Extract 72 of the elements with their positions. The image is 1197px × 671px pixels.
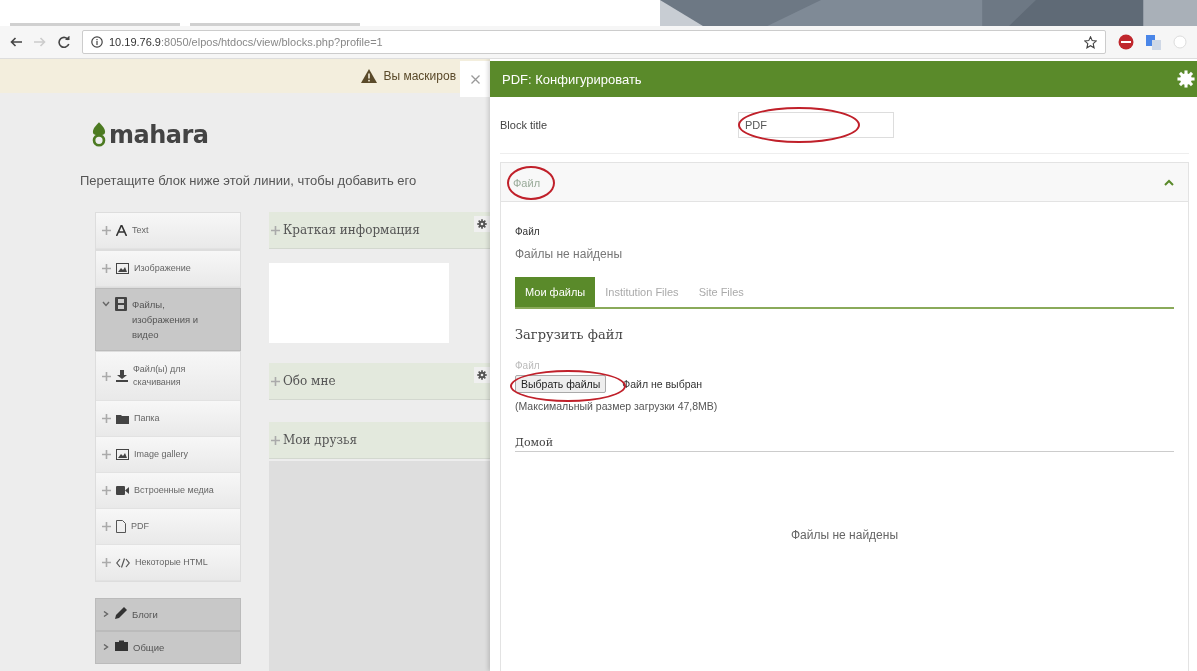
address-bar[interactable]: 10.19.76.9:8050/elpos/htdocs/view/blocks.php?profile=1 (82, 30, 1106, 54)
field-label: Block title (500, 119, 549, 131)
block-title: Краткая информация (283, 223, 420, 237)
pencil-icon (115, 607, 127, 619)
image-icon (116, 449, 129, 460)
category-header[interactable]: Общие (95, 631, 241, 664)
block-type-label: Изображение (134, 262, 191, 275)
block-type-label: Встроенные медиа (134, 484, 214, 497)
settings-icon[interactable] (1177, 70, 1195, 88)
warning-icon (361, 69, 378, 83)
logo-text[interactable]: mahara (109, 123, 209, 147)
translate-icon[interactable] (1146, 34, 1161, 50)
block-type-label: Text (132, 224, 149, 237)
upload-limit-text: (Максимальный размер загрузки 47,8MB) (515, 400, 719, 412)
plus-icon (271, 376, 280, 386)
chevron-icon (102, 644, 110, 650)
logo-icon (90, 121, 108, 147)
tab[interactable]: Мои файлы (515, 277, 596, 307)
reload-icon[interactable] (58, 36, 70, 48)
empty-message: Файлы не найдены (515, 247, 624, 261)
plus-icon (102, 558, 111, 567)
block-type-label: Файл(ы) для скачивания (133, 363, 187, 389)
chevron-icon (102, 611, 110, 617)
plus-icon (102, 450, 111, 459)
field-label: Файл (515, 226, 541, 237)
block-title: Обо мне (283, 374, 336, 388)
close-icon (470, 74, 480, 84)
star-icon[interactable] (1084, 35, 1097, 49)
plus-icon (102, 414, 111, 423)
plus-icon (102, 226, 111, 235)
choose-files-button[interactable]: Выбрать файлы (515, 375, 607, 393)
field-label: Файл (515, 360, 541, 371)
banner-text: Вы маскиров (383, 69, 456, 83)
plus-icon (102, 264, 111, 273)
block-type-label: Image gallery (134, 448, 189, 461)
category-label: Файлы, изображения и видео (132, 298, 200, 342)
category-header[interactable]: Блоги (95, 598, 241, 631)
letter-icon (116, 225, 127, 236)
block-type-label: Папка (134, 412, 160, 425)
plus-icon (102, 371, 111, 381)
file-status-text: Файл не выбран (622, 378, 703, 390)
folder-heading: Домой (515, 436, 1174, 452)
section-heading: Загрузить файл (515, 327, 624, 342)
plus-icon (271, 225, 280, 235)
category-label: Блоги (132, 608, 158, 622)
code-icon (116, 557, 130, 568)
chevron-icon (102, 301, 110, 307)
block-type-label: PDF (131, 520, 149, 533)
back-icon[interactable] (10, 37, 22, 47)
download-icon (116, 370, 128, 382)
url-text: 10.19.76.9:8050/elpos/htdocs/view/blocks.php?profile=1 (109, 36, 384, 48)
video-camera-icon (116, 486, 129, 495)
film-icon (115, 297, 127, 311)
category-label: Общие (133, 641, 165, 655)
block-title: Мои друзья (283, 433, 358, 447)
image-icon (116, 263, 129, 274)
briefcase-icon (115, 640, 128, 651)
instruction-text: Перетащите блок ниже этой линии, чтобы добавить его (80, 173, 418, 188)
block-title-field[interactable]: PDF (738, 112, 894, 138)
document-icon (116, 520, 126, 533)
plus-icon (102, 522, 111, 531)
info-icon (91, 36, 103, 48)
category-header[interactable]: Файлы, изображения и видео (95, 288, 241, 351)
section-title: Файл (513, 177, 541, 189)
caret-icon (1164, 178, 1174, 186)
empty-message: Файлы не найдены (790, 528, 899, 542)
stop-sign-icon[interactable] (1118, 34, 1134, 50)
plus-icon (271, 435, 280, 445)
plus-icon (102, 486, 111, 495)
folder-icon (116, 413, 129, 424)
drawer-title: PDF: Конфигурировать (502, 71, 642, 87)
block-type-label: Некоторые HTML (135, 556, 208, 569)
